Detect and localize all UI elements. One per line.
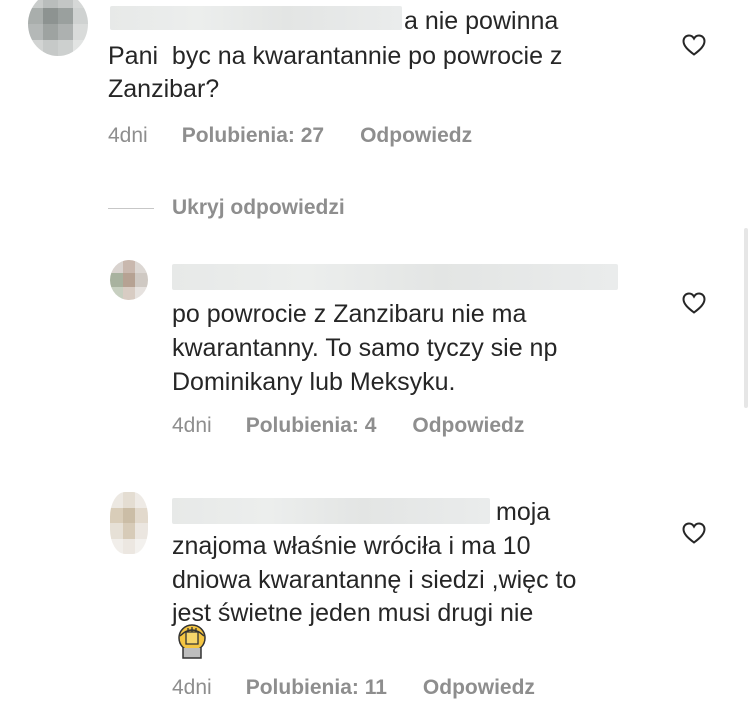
reply-button[interactable]: Odpowiedz	[423, 676, 535, 700]
comment-text-line: Dominikany lub Meksyku.	[172, 368, 456, 396]
comment-text-line: jest świetne jeden musi drugi nie	[172, 599, 534, 627]
comment-text-line: znajoma właśnie wróciła i ma 10	[172, 532, 531, 560]
timestamp[interactable]: 4dni	[108, 124, 148, 148]
avatar[interactable]	[28, 0, 88, 56]
likes-count[interactable]: Polubienia: 11	[246, 676, 387, 700]
hide-replies-label[interactable]: Ukryj odpowiedzi	[172, 196, 345, 220]
comment-text-line: Zanzibar?	[108, 75, 220, 103]
comment-text-line: dniowa kwarantannę i siedzi ,więc to	[172, 566, 577, 594]
heart-outline-icon[interactable]	[681, 33, 707, 57]
hide-replies-toggle[interactable]: Ukryj odpowiedzi	[108, 196, 345, 220]
comment-text-line: a nie powinna	[404, 7, 559, 35]
comment: a nie powinna Pani byc na kwarantannie p…	[0, 0, 750, 160]
username-redacted[interactable]	[172, 264, 618, 290]
divider-line	[108, 207, 154, 209]
comment-text-line: Pani byc na kwarantannie po powrocie z	[108, 42, 563, 70]
heart-outline-icon[interactable]	[681, 521, 707, 545]
comment-text-line: moja	[496, 498, 551, 526]
username-redacted[interactable]	[110, 6, 402, 30]
comment-meta: 4dni Polubienia: 4 Odpowiedz	[172, 414, 524, 438]
scrollbar[interactable]	[744, 228, 748, 408]
reply-comment: po powrocie z Zanzibaru nie ma kwarantan…	[0, 250, 750, 450]
timestamp[interactable]: 4dni	[172, 676, 212, 700]
timestamp[interactable]: 4dni	[172, 414, 212, 438]
reply-comment: moja znajoma właśnie wróciła i ma 10 dni…	[0, 480, 750, 710]
username-redacted[interactable]	[172, 498, 490, 524]
likes-count[interactable]: Polubienia: 4	[246, 414, 377, 438]
comment-text-line: kwarantanny. To samo tyczy sie np	[172, 334, 558, 362]
avatar[interactable]	[110, 492, 148, 554]
comment-text-line: po powrocie z Zanzibaru nie ma	[172, 300, 527, 328]
comment-meta: 4dni Polubienia: 27 Odpowiedz	[108, 124, 472, 148]
reply-button[interactable]: Odpowiedz	[412, 414, 524, 438]
likes-count[interactable]: Polubienia: 27	[182, 124, 324, 148]
reply-button[interactable]: Odpowiedz	[360, 124, 472, 148]
heart-outline-icon[interactable]	[681, 291, 707, 315]
comment-meta: 4dni Polubienia: 11 Odpowiedz	[172, 676, 535, 700]
face-palm-emoji	[178, 624, 206, 659]
avatar[interactable]	[110, 260, 148, 300]
